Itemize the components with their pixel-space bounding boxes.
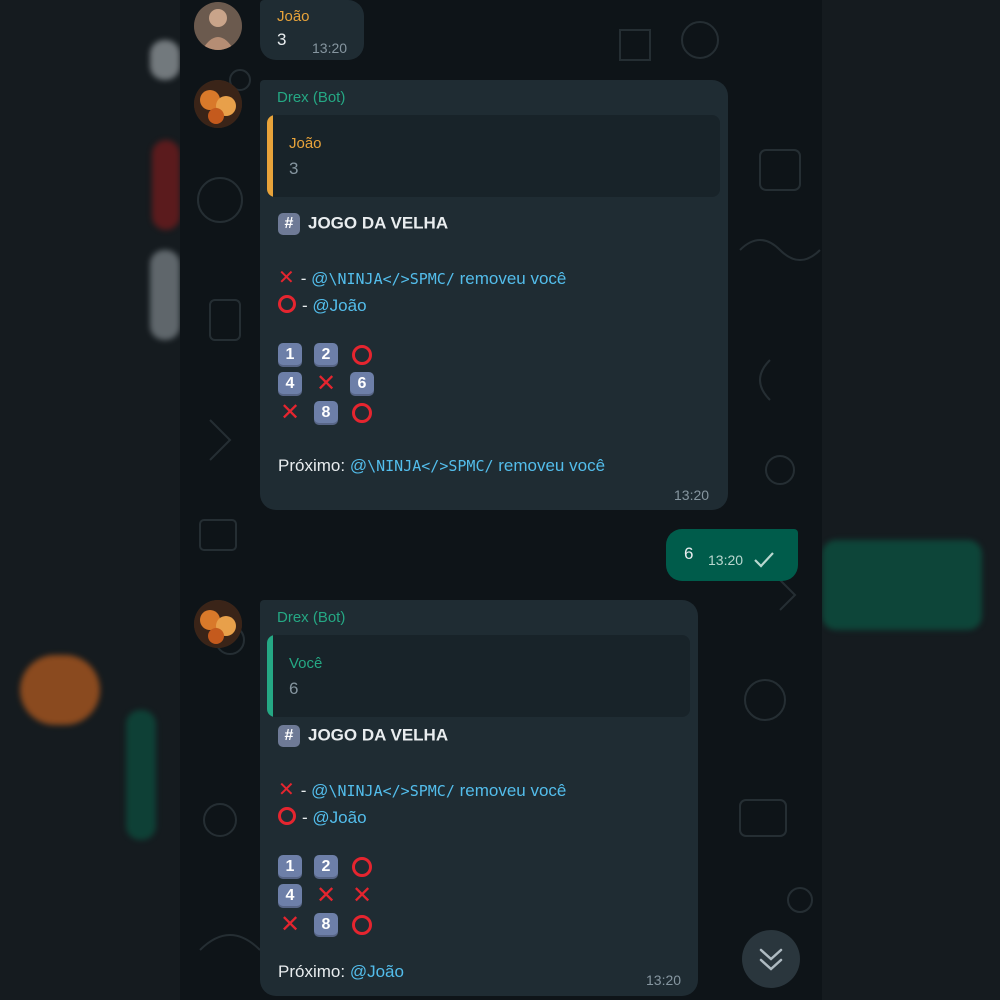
dash: - xyxy=(300,269,307,288)
player-x-line: ✕ - @\NINJA</>SPMC/ removeu você xyxy=(278,265,566,290)
number-keycap-4: 4 xyxy=(278,372,302,396)
quoted-message[interactable]: Você 6 xyxy=(267,635,690,717)
mention-link[interactable]: @João xyxy=(312,296,366,315)
quote-text: 6 xyxy=(289,679,299,698)
mention-link[interactable]: @\NINJA</>SPMC/ removeu você xyxy=(350,456,605,475)
o-mark-icon xyxy=(350,913,374,937)
mention-link[interactable]: @João xyxy=(312,808,366,827)
title-text: JOGO DA VELHA xyxy=(308,725,449,745)
message-text: 6 xyxy=(684,544,694,563)
background-blur xyxy=(822,540,982,630)
sender-name: Drex (Bot) xyxy=(277,609,346,626)
message-bot-2[interactable]: Drex (Bot) Você 6 # JOGO DA VELHA ✕ - @\NI… xyxy=(260,600,698,996)
bot-avatar-icon xyxy=(194,80,242,128)
player-o-line: - @João xyxy=(278,295,367,316)
quote-bar xyxy=(267,635,273,717)
x-mark-icon: ✕ xyxy=(315,370,337,397)
background-blur xyxy=(152,140,180,230)
x-mark-icon: ✕ xyxy=(351,882,373,909)
message-text: 3 xyxy=(277,30,287,49)
player-x-line: ✕ - @\NINJA</>SPMC/ removeu você xyxy=(278,777,566,802)
background-blur xyxy=(150,250,180,340)
next-label: Próximo: xyxy=(278,456,346,475)
joao-avatar[interactable] xyxy=(194,2,242,50)
o-mark-icon xyxy=(278,295,296,313)
background-blur xyxy=(126,710,156,840)
message-time: 13:20 xyxy=(312,40,348,56)
quote-text: 3 xyxy=(289,159,299,178)
bot-avatar[interactable] xyxy=(194,80,242,128)
message-time: 13:20 xyxy=(674,487,710,503)
background-blur xyxy=(20,655,100,725)
message-time: 13:20 xyxy=(646,972,682,988)
hash-keycap-icon: # xyxy=(278,213,300,235)
dash: - xyxy=(302,808,308,827)
background-blur xyxy=(150,40,180,80)
hash-keycap-icon: # xyxy=(278,725,300,747)
mention-suffix: removeu você xyxy=(459,781,567,800)
sender-name: Drex (Bot) xyxy=(277,89,346,106)
mention-name: \NINJA</>SPMC/ xyxy=(328,270,455,288)
player-o-line: - @João xyxy=(278,807,367,828)
message-joao[interactable]: João 3 13:20 xyxy=(260,0,364,60)
title-text: JOGO DA VELHA xyxy=(308,213,449,233)
double-chevron-down-icon xyxy=(759,948,783,971)
dash: - xyxy=(302,296,308,315)
bot-avatar-icon xyxy=(194,600,242,648)
mention-suffix: removeu você xyxy=(459,269,567,288)
o-mark-icon xyxy=(350,401,374,425)
next-player-line: Próximo: @João xyxy=(278,962,404,982)
number-keycap-8: 8 xyxy=(314,913,338,937)
mention-link[interactable]: @João xyxy=(350,962,404,981)
message-time: 13:20 xyxy=(708,552,744,568)
game-title: # JOGO DA VELHA xyxy=(278,725,448,747)
mention-name: \NINJA</>SPMC/ xyxy=(367,457,494,475)
chat-area[interactable]: João 3 13:20 Drex (Bot) João 3 # JOGO DA … xyxy=(180,0,822,1000)
quoted-message[interactable]: João 3 xyxy=(267,115,720,197)
user-avatar-icon xyxy=(194,2,242,50)
message-bot-1[interactable]: Drex (Bot) João 3 # JOGO DA VELHA ✕ - @\NI… xyxy=(260,80,728,510)
mention-link[interactable]: @\NINJA</>SPMC/ removeu você xyxy=(311,269,566,288)
number-keycap-2: 2 xyxy=(314,855,338,879)
mention-at: @ xyxy=(311,781,329,800)
background-right xyxy=(822,0,1000,1000)
next-player-line: Próximo: @\NINJA</>SPMC/ removeu você xyxy=(278,456,605,476)
sender-name: João xyxy=(277,8,310,25)
quote-sender: Você xyxy=(289,655,323,672)
x-mark-icon: ✕ xyxy=(279,399,301,426)
game-title: # JOGO DA VELHA xyxy=(278,213,448,235)
scroll-to-bottom-button[interactable] xyxy=(742,930,800,988)
number-keycap-2: 2 xyxy=(314,343,338,367)
next-label: Próximo: xyxy=(278,962,346,981)
check-icon xyxy=(754,552,774,568)
mention-name: \NINJA</>SPMC/ xyxy=(328,782,455,800)
number-keycap-4: 4 xyxy=(278,884,302,908)
x-mark-icon: ✕ xyxy=(278,779,295,801)
quote-sender: João xyxy=(289,135,322,152)
message-outgoing[interactable]: 6 13:20 xyxy=(666,529,798,581)
quote-bar xyxy=(267,115,273,197)
x-mark-icon: ✕ xyxy=(279,911,301,938)
number-keycap-6: 6 xyxy=(350,372,374,396)
number-keycap-1: 1 xyxy=(278,343,302,367)
o-mark-icon xyxy=(278,807,296,825)
mention-at: @ xyxy=(349,456,368,475)
o-mark-icon xyxy=(350,855,374,879)
number-keycap-8: 8 xyxy=(314,401,338,425)
mention-suffix: removeu você xyxy=(498,456,606,475)
bot-avatar[interactable] xyxy=(194,600,242,648)
mention-at: @ xyxy=(311,269,329,288)
dash: - xyxy=(300,781,307,800)
o-mark-icon xyxy=(350,343,374,367)
mention-link[interactable]: @\NINJA</>SPMC/ removeu você xyxy=(311,781,566,800)
number-keycap-1: 1 xyxy=(278,855,302,879)
x-mark-icon: ✕ xyxy=(278,267,295,289)
x-mark-icon: ✕ xyxy=(315,882,337,909)
